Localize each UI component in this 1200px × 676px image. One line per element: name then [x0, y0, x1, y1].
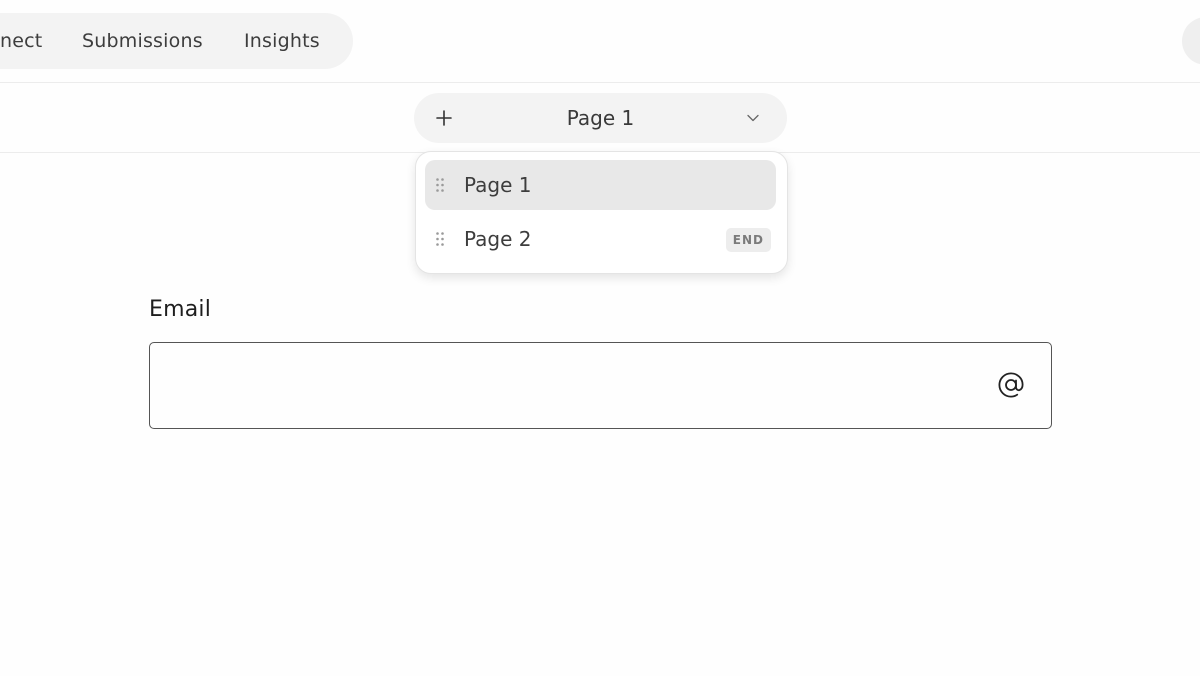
avatar[interactable]	[1182, 17, 1200, 65]
page-menu-item-label: Page 1	[464, 173, 532, 197]
end-page-badge: END	[725, 228, 771, 252]
nav-tab-submissions[interactable]: Submissions	[82, 13, 203, 69]
page-menu-item-page-1[interactable]: Page 1	[425, 160, 776, 210]
current-page-title[interactable]: Page 1	[414, 93, 787, 143]
page-menu-item-page-2[interactable]: Page 2 END	[425, 214, 776, 264]
page-toolbar: Page 1	[0, 83, 1200, 153]
email-input[interactable]	[150, 343, 970, 427]
email-field[interactable]	[149, 342, 1052, 429]
top-navigation-bar: nect Submissions Insights	[0, 0, 1200, 83]
nav-tabs-pill: nect Submissions Insights	[0, 13, 353, 69]
drag-handle-icon[interactable]	[435, 231, 445, 247]
page-menu-item-label: Page 2	[464, 227, 532, 251]
nav-tab-connect[interactable]: nect	[0, 13, 42, 69]
email-field-label: Email	[149, 297, 212, 322]
page-dropdown-toggle[interactable]	[743, 108, 763, 128]
chevron-down-icon	[747, 114, 759, 122]
at-sign-icon	[998, 372, 1024, 398]
page-switcher[interactable]: Page 1	[414, 93, 787, 143]
nav-tab-insights[interactable]: Insights	[244, 13, 320, 69]
page-dropdown-menu: Page 1 Page 2 END	[415, 151, 788, 274]
drag-handle-icon[interactable]	[435, 177, 445, 193]
